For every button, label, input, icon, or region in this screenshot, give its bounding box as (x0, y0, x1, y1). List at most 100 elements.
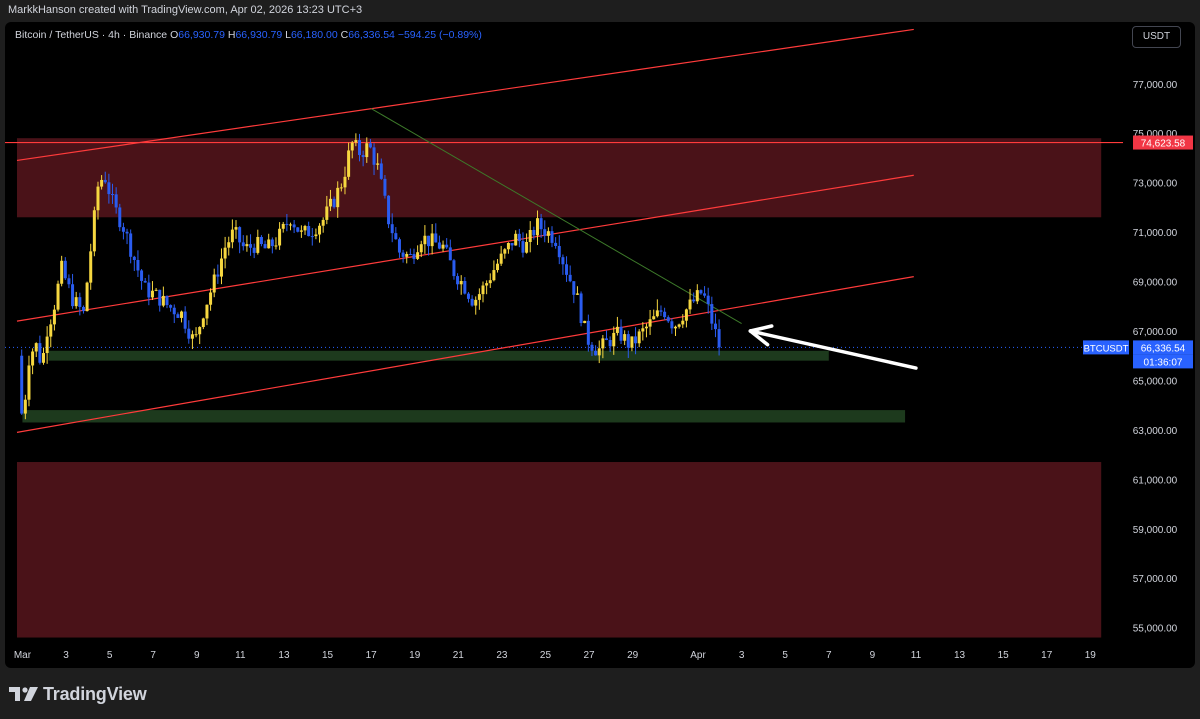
candle-body (430, 233, 434, 247)
candle-body (535, 218, 539, 236)
candle-body (456, 276, 460, 285)
candle-body (506, 242, 510, 250)
candle-body (328, 198, 332, 207)
candle-body (49, 324, 53, 337)
attribution-bar: MarkkHanson created with TradingView.com… (0, 0, 1200, 22)
candle-body (67, 278, 71, 285)
candle-body (103, 179, 107, 183)
candle-body (623, 334, 627, 341)
candle-body (121, 227, 125, 232)
y-tick-label: 65,000.00 (1133, 376, 1178, 387)
candle-body (34, 343, 38, 352)
candle-body (692, 299, 696, 302)
candle-body (423, 235, 427, 245)
candle-body (96, 186, 100, 211)
candle-body (481, 285, 485, 295)
candle-body (230, 229, 234, 243)
x-tick-label: 23 (496, 650, 508, 661)
candle-body (706, 295, 710, 305)
candle-body (579, 293, 583, 324)
candle-body (249, 244, 253, 248)
candle-body (89, 251, 93, 283)
candle-body (677, 324, 681, 327)
candle-body (572, 281, 576, 295)
arrow-head (748, 324, 774, 333)
candle-body (71, 284, 75, 307)
x-tick-label: 17 (366, 650, 378, 661)
last-price-tag: 66,336.54 (1141, 343, 1186, 354)
candle-body (670, 321, 674, 329)
y-tick-label: 67,000.00 (1133, 327, 1178, 338)
candle-body (358, 140, 362, 156)
candle-body (223, 247, 227, 259)
candle-body (259, 236, 263, 245)
candle-body (74, 297, 78, 307)
x-tick-label: 3 (739, 650, 745, 661)
candle-body (383, 178, 387, 196)
legend-low: 66,180.00 (290, 29, 338, 41)
candle-body (470, 298, 474, 306)
chart-panel[interactable]: 55,000.00 57,000.00 59,000.00 61,000.00 63,0… (5, 22, 1195, 668)
candle-body (466, 293, 470, 299)
x-tick-label: 25 (540, 650, 552, 661)
candle-body (681, 320, 685, 325)
candle-body (441, 244, 445, 249)
candle-body (514, 233, 518, 246)
candle-body (663, 311, 667, 318)
symbol-legend: Bitcoin / TetherUS · 4h · Binance O66,93… (15, 29, 482, 41)
y-tick-label: 69,000.00 (1133, 278, 1178, 289)
candle-body (60, 260, 64, 284)
y-tick-label: 57,000.00 (1133, 574, 1178, 585)
candle-body (427, 235, 431, 247)
symbol-tag: BTCUSDT (1084, 343, 1129, 354)
candle-body (597, 348, 601, 356)
candle-body (288, 224, 292, 226)
resistance-price-tag: 74,623.58 (1141, 139, 1186, 150)
candle-body (619, 326, 623, 341)
brand-name: TradingView (43, 683, 147, 704)
tradingview-logo[interactable]: TradingView (9, 684, 147, 704)
candle-body (561, 257, 565, 265)
candle-body (150, 290, 154, 298)
candle-body (227, 242, 231, 248)
candle-body (20, 355, 24, 414)
currency-button[interactable]: USDT (1132, 26, 1181, 48)
candle-body (368, 143, 372, 148)
candle-body (147, 282, 151, 298)
x-tick-label: 15 (322, 650, 334, 661)
candle-body (143, 280, 147, 283)
candle-body (132, 256, 136, 261)
y-tick-label: 73,000.00 (1133, 179, 1178, 190)
candle-body (615, 326, 619, 333)
legend-close: 66,336.54 (348, 29, 395, 41)
candle-body (31, 351, 35, 366)
x-tick-label: 5 (107, 650, 113, 661)
candle-body (234, 227, 238, 230)
candle-body (644, 326, 648, 329)
y-tick-label: 71,000.00 (1133, 228, 1178, 239)
candle-body (350, 142, 354, 151)
candle-body (238, 227, 242, 243)
y-tick-label: 59,000.00 (1133, 525, 1178, 536)
candle-body (568, 274, 572, 282)
candle-body (339, 187, 343, 189)
candle-body (270, 239, 274, 247)
candle-body (510, 242, 514, 246)
candle-body (525, 241, 529, 253)
candle-body (307, 226, 311, 237)
candle-body (158, 289, 162, 306)
x-tick-label: 7 (826, 650, 832, 661)
candle-body (140, 270, 144, 281)
candle-body (434, 233, 438, 243)
candle-body (695, 290, 699, 302)
candle-body (408, 253, 412, 255)
candle-body (180, 311, 184, 318)
candle-body (557, 246, 561, 258)
x-tick-label: 11 (911, 650, 922, 661)
candle-body (688, 299, 692, 310)
price-chart[interactable]: 55,000.00 57,000.00 59,000.00 61,000.00 63,0… (5, 22, 1195, 668)
candle-body (219, 258, 223, 277)
x-tick-label: Mar (14, 650, 32, 661)
candle-body (354, 140, 358, 143)
candle-body (190, 334, 194, 339)
